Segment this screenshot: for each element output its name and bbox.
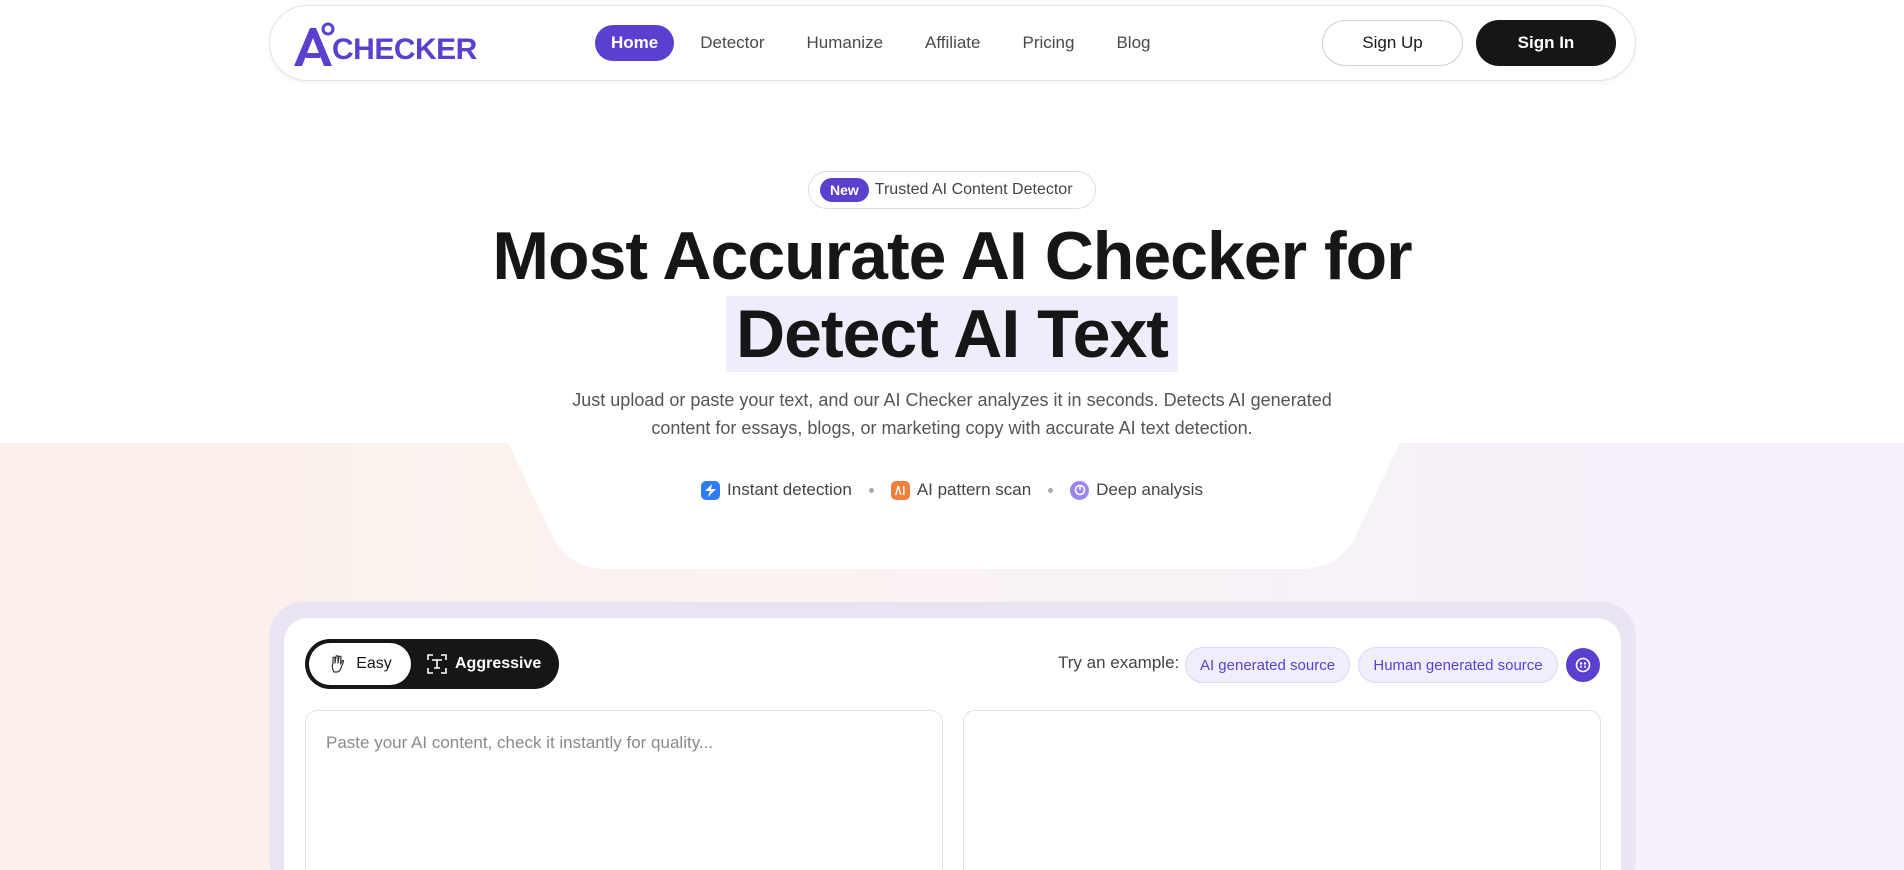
- content-input[interactable]: [306, 711, 942, 870]
- badge-text: Trusted AI Content Detector: [874, 181, 1073, 198]
- feature-deep: Deep analysis: [1070, 480, 1203, 500]
- feature-instant: Instant detection: [701, 480, 852, 500]
- result-panel: [963, 710, 1601, 870]
- sign-in-button[interactable]: Sign In: [1476, 20, 1616, 66]
- mode-aggressive-button[interactable]: Aggressive: [427, 643, 555, 685]
- feature-label: Deep analysis: [1096, 480, 1203, 499]
- mode-aggressive-label: Aggressive: [455, 655, 542, 672]
- lightning-icon: [701, 480, 721, 500]
- random-example-button[interactable]: [1566, 648, 1600, 682]
- example-human-chip[interactable]: Human generated source: [1358, 647, 1558, 683]
- gauge-icon: [1070, 480, 1090, 500]
- hero-title-line1: Most Accurate AI Checker for: [492, 218, 1412, 294]
- hero-tab-shape: [508, 443, 1400, 569]
- nav-humanize[interactable]: Humanize: [790, 25, 899, 61]
- scan-text-icon: [427, 654, 447, 674]
- nav-pricing[interactable]: Pricing: [1006, 25, 1090, 61]
- dice-icon: [1575, 657, 1591, 673]
- hero-subtitle-line2: content for essays, blogs, or marketing …: [651, 418, 1253, 438]
- page: CHECKER Home Detector Humanize Affiliate…: [0, 0, 1904, 870]
- new-badge: New: [820, 178, 869, 202]
- hero-subtitle-line1: Just upload or paste your text, and our …: [572, 390, 1332, 410]
- mode-toggle[interactable]: Easy Aggressive: [305, 639, 559, 689]
- nav-home[interactable]: Home: [595, 25, 675, 61]
- sign-up-button[interactable]: Sign Up: [1322, 20, 1463, 66]
- feature-list: Instant detection AI pattern scan Deep a…: [0, 480, 1904, 500]
- feature-pattern: AI pattern scan: [890, 480, 1032, 500]
- hero-title-line2: Detect AI Text: [0, 294, 1904, 374]
- logo[interactable]: CHECKER: [292, 20, 477, 68]
- nav-affiliate[interactable]: Affiliate: [909, 25, 996, 61]
- nav-detector[interactable]: Detector: [684, 25, 780, 61]
- input-panel: [305, 710, 943, 870]
- logo-text: CHECKER: [332, 33, 477, 66]
- hero-title-highlight: Detect AI Text: [726, 296, 1178, 372]
- separator-dot: [1048, 487, 1054, 493]
- nav-links: Home Detector Humanize Affiliate Pricing…: [595, 25, 1176, 61]
- try-example-label: Try an example:: [1058, 653, 1180, 672]
- feature-label: AI pattern scan: [916, 480, 1032, 499]
- hand-icon: [331, 655, 345, 673]
- ai-chip-icon: [890, 480, 910, 500]
- feature-label: Instant detection: [727, 480, 852, 499]
- mode-easy-label: Easy: [356, 655, 392, 672]
- example-ai-chip[interactable]: AI generated source: [1185, 647, 1350, 683]
- hero-badge: New Trusted AI Content Detector: [808, 171, 1096, 209]
- separator-dot: [868, 487, 874, 493]
- mode-easy-button[interactable]: Easy: [309, 643, 411, 685]
- logo-a-icon: [294, 22, 335, 66]
- top-nav: CHECKER Home Detector Humanize Affiliate…: [269, 5, 1636, 81]
- nav-blog[interactable]: Blog: [1100, 25, 1166, 61]
